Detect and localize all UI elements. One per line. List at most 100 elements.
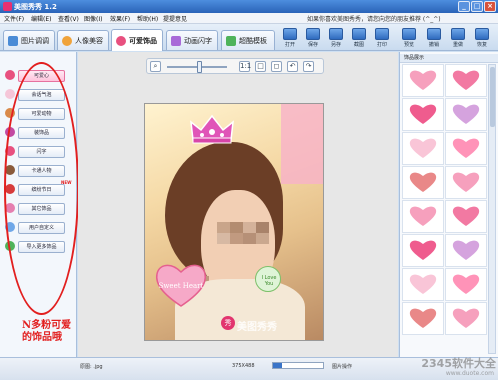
tab-template[interactable]: 超酷模板 [221, 30, 275, 50]
close-button[interactable]: × [484, 1, 496, 12]
print-button[interactable]: 打印 [371, 27, 393, 50]
tab-portrait[interactable]: 人像美容 [57, 30, 109, 50]
watermark-logo-icon: 秀 [221, 316, 235, 330]
menu-bar: 文件(F) 编辑(E) 查看(V) 图像(I) 效果(F) 帮助(H) 提提意见… [0, 13, 498, 24]
zoom-toolbar: ⌕ 1:1 □ ◻ ↶ ↷ [146, 58, 324, 74]
save-button[interactable]: 保存 [302, 27, 324, 50]
heart-icon [452, 138, 480, 158]
tab-label: 动画闪字 [184, 36, 212, 45]
menu-effect[interactable]: 效果(F) [110, 14, 130, 23]
screenshot-button[interactable]: 截图 [348, 27, 370, 50]
heart-icon [452, 104, 480, 124]
preview-button[interactable]: 预览 [398, 27, 420, 50]
heart-sticker[interactable]: Sweet Heart [153, 260, 209, 310]
sticker-thumbnail[interactable] [402, 234, 444, 267]
progress-bar [272, 362, 324, 369]
tab-label: 人像美容 [75, 36, 103, 45]
speech-bubble-icon [5, 89, 15, 99]
save-icon [306, 28, 320, 40]
app-logo-icon [3, 2, 12, 11]
background-pink [281, 104, 323, 184]
heart-icon [452, 70, 480, 90]
gallery-scrollbar[interactable] [488, 64, 496, 354]
status-size: 375X488 [232, 363, 255, 369]
title-bar: 美图秀秀 1.2 _ □ × [0, 0, 498, 13]
undo-button[interactable]: 撤销 [423, 27, 445, 50]
sticker-thumbnail[interactable] [402, 132, 444, 165]
restore-button[interactable]: 恢复 [471, 27, 493, 50]
sticker-grid [402, 64, 487, 335]
tab-image-adjust[interactable]: 图片调调 [3, 30, 55, 50]
heart-icon [409, 172, 437, 192]
sticker-thumbnail[interactable] [445, 132, 487, 165]
sticker-thumbnail[interactable] [445, 268, 487, 301]
sticker-thumbnail[interactable] [402, 268, 444, 301]
status-filename: 原图: .jpg [80, 364, 103, 370]
sticker-thumbnail[interactable] [402, 64, 444, 97]
redo-button[interactable]: 重做 [447, 27, 469, 50]
sticker-thumbnail[interactable] [402, 166, 444, 199]
redo-icon [451, 28, 465, 40]
heart-icon [452, 206, 480, 226]
sticker-thumbnail[interactable] [445, 64, 487, 97]
sticker-thumbnail[interactable] [402, 98, 444, 131]
undo-icon [427, 28, 441, 40]
rotate-left-button[interactable]: ↶ [287, 61, 298, 72]
sticker-thumbnail[interactable] [445, 98, 487, 131]
sticker-thumbnail[interactable] [445, 200, 487, 233]
crown-sticker[interactable] [189, 114, 235, 146]
heart-icon [452, 308, 480, 328]
save-as-button[interactable]: 另存 [325, 27, 347, 50]
actual-size-button[interactable]: 1:1 [239, 61, 251, 72]
menu-image[interactable]: 图像(I) [84, 14, 102, 23]
sticker-thumbnail[interactable] [445, 234, 487, 267]
heart-icon [409, 104, 437, 124]
menu-feedback[interactable]: 提提意见 [163, 14, 187, 23]
crop-button[interactable]: ◻ [271, 61, 282, 72]
tab-decoration[interactable]: 可爱饰品 [111, 29, 163, 51]
fit-button[interactable]: □ [255, 61, 266, 72]
tab-label: 超酷模板 [239, 36, 267, 45]
zoom-icon[interactable]: ⌕ [150, 61, 161, 72]
open-button[interactable]: 打开 [279, 27, 301, 50]
heart-icon [5, 70, 15, 80]
photo-canvas[interactable]: Sweet Heart I Love You 秀 美图秀秀 [144, 103, 324, 341]
sticker-thumbnail[interactable] [445, 302, 487, 335]
heart-icon [409, 308, 437, 328]
maximize-button[interactable]: □ [471, 1, 483, 12]
sticker-thumbnail[interactable] [445, 166, 487, 199]
heart-icon [409, 138, 437, 158]
tab-label: 图片调调 [21, 36, 49, 45]
category-panel: 可爱心 会话气泡 可爱动物 装饰品 闪字 卡通人物 缤纷节日 NEW 其它饰品 … [0, 52, 79, 357]
sticker-gallery: 饰品展示 [399, 52, 498, 357]
round-sticker[interactable]: I Love You [255, 266, 281, 292]
image-adjust-icon [8, 35, 18, 46]
restore-icon [475, 28, 489, 40]
template-icon [226, 35, 236, 46]
promo-text: 如果你喜欢美图秀秀，请您向您的朋友推荐 (^_^) [307, 16, 441, 23]
eye-mosaic [217, 222, 269, 244]
printer-icon [375, 28, 389, 40]
sticker-thumbnail[interactable] [402, 302, 444, 335]
menu-edit[interactable]: 编辑(E) [31, 14, 51, 23]
site-watermark: 2345软件大全 [421, 357, 496, 370]
menu-help[interactable]: 帮助(H) [137, 14, 158, 23]
sticker-text: Sweet Heart [159, 282, 204, 290]
window-title: 美图秀秀 1.2 [14, 3, 57, 11]
menu-file[interactable]: 文件(F) [4, 14, 24, 23]
zoom-slider-thumb[interactable] [197, 61, 203, 73]
rotate-right-button[interactable]: ↷ [303, 61, 314, 72]
tab-animation[interactable]: 动画闪字 [166, 30, 218, 50]
round-sticker-text: I Love You [261, 275, 277, 287]
heart-icon [409, 240, 437, 260]
minimize-button[interactable]: _ [458, 1, 470, 12]
tab-bar: 图片调调 人像美容 可爱饰品 动画闪字 超酷模板 打开 保存 另存 截图 打印 … [0, 24, 498, 51]
animation-icon [171, 35, 181, 46]
heart-icon [452, 274, 480, 294]
portrait-icon [62, 35, 72, 46]
scrollbar-thumb[interactable] [490, 67, 495, 127]
menu-view[interactable]: 查看(V) [58, 14, 79, 23]
heart-icon [452, 240, 480, 260]
progress-fill [273, 363, 282, 368]
sticker-thumbnail[interactable] [402, 200, 444, 233]
